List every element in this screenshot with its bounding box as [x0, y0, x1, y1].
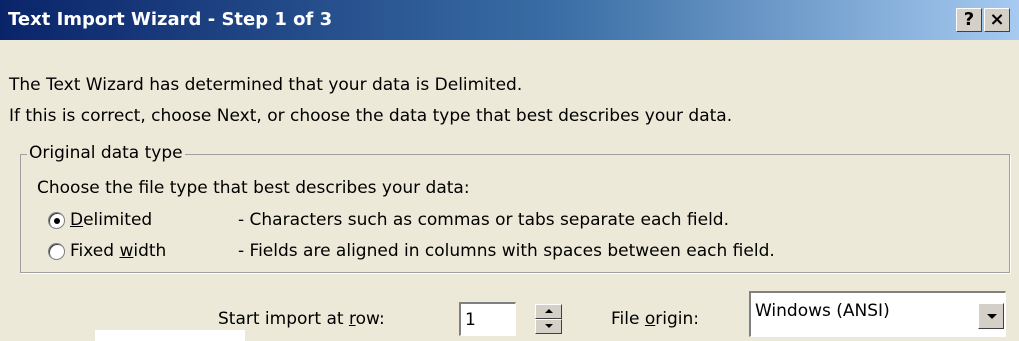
help-button[interactable]: ?: [956, 8, 982, 32]
group-instruction: Choose the file type that best describes…: [37, 178, 470, 198]
group-label: Original data type: [27, 143, 185, 163]
fixed-width-label[interactable]: Fixed width: [70, 241, 166, 261]
spin-up-button[interactable]: [535, 304, 562, 319]
file-origin-label: File origin:: [611, 309, 699, 329]
fixed-width-radio[interactable]: [48, 243, 65, 260]
delimited-description: - Characters such as commas or tabs sepa…: [238, 210, 729, 230]
delimited-radio[interactable]: [48, 212, 65, 229]
file-origin-dropdown-button[interactable]: [978, 303, 1004, 329]
preview-area-edge: [95, 330, 245, 341]
start-row-spinner: [535, 304, 562, 335]
file-origin-value: Windows (ANSI): [755, 301, 890, 321]
file-origin-select[interactable]: Windows (ANSI): [749, 291, 1006, 337]
radio-selected-dot: [54, 218, 60, 224]
start-row-input[interactable]: 1: [459, 302, 516, 336]
wizard-message-line2: If this is correct, choose Next, or choo…: [9, 106, 733, 126]
fixed-width-description: - Fields are aligned in columns with spa…: [238, 241, 775, 261]
start-row-label: Start import at row:: [218, 309, 385, 329]
close-button[interactable]: ×: [984, 8, 1010, 32]
wizard-message-line1: The Text Wizard has determined that your…: [9, 75, 523, 95]
window-title: Text Import Wizard - Step 1 of 3: [8, 9, 333, 30]
delimited-label[interactable]: Delimited: [70, 210, 152, 230]
title-bar: Text Import Wizard - Step 1 of 3 ? ×: [0, 0, 1019, 40]
arrow-down-icon: [545, 324, 553, 328]
arrow-up-icon: [545, 309, 553, 313]
spin-down-button[interactable]: [535, 319, 562, 334]
chevron-down-icon: [987, 314, 997, 319]
